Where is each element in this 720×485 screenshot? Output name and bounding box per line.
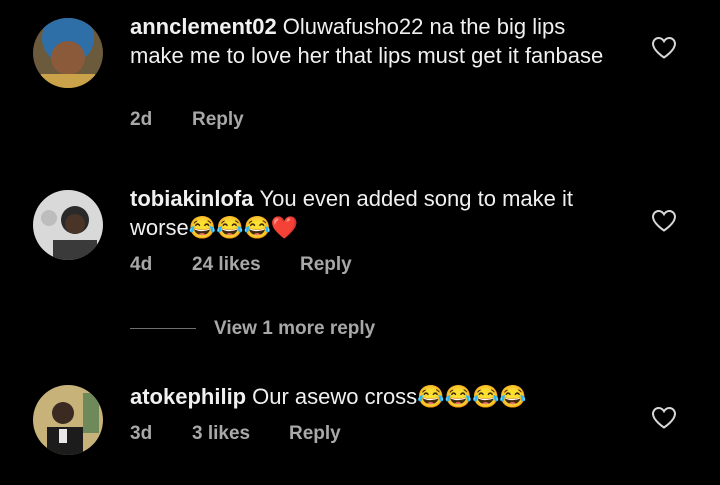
view-more-label[interactable]: View 1 more reply <box>214 318 375 340</box>
heart-icon[interactable] <box>651 209 677 233</box>
avatar[interactable] <box>33 18 103 88</box>
comment-body: Our asewo cross😂😂😂😂 <box>252 384 527 409</box>
comment-age: 3d <box>130 423 153 444</box>
avatar-image <box>33 385 103 455</box>
comment-username[interactable]: tobiakinlofa <box>130 186 253 211</box>
comment-text: atokephilip Our asewo cross😂😂😂😂 <box>130 382 620 411</box>
reply-button[interactable]: Reply <box>300 254 352 276</box>
avatar-image <box>33 190 103 260</box>
avatar[interactable] <box>33 385 103 455</box>
avatar[interactable] <box>33 190 103 260</box>
reply-button[interactable]: Reply <box>192 109 244 131</box>
avatar-image <box>33 18 103 88</box>
divider-line <box>130 328 196 329</box>
comment-username[interactable]: annclement02 <box>130 14 277 39</box>
reply-button[interactable]: Reply <box>289 423 341 445</box>
comment-age: 2d <box>130 109 153 130</box>
heart-icon[interactable] <box>651 406 677 430</box>
comment-age: 4d <box>130 254 153 275</box>
likes-count[interactable]: 3 likes <box>192 423 250 445</box>
comment-username[interactable]: atokephilip <box>130 384 246 409</box>
comment-text: tobiakinlofa You even added song to make … <box>130 184 620 242</box>
likes-count[interactable]: 24 likes <box>192 254 261 276</box>
comment-text: annclement02 Oluwafusho22 na the big lips… <box>130 12 620 70</box>
heart-icon[interactable] <box>651 36 677 60</box>
